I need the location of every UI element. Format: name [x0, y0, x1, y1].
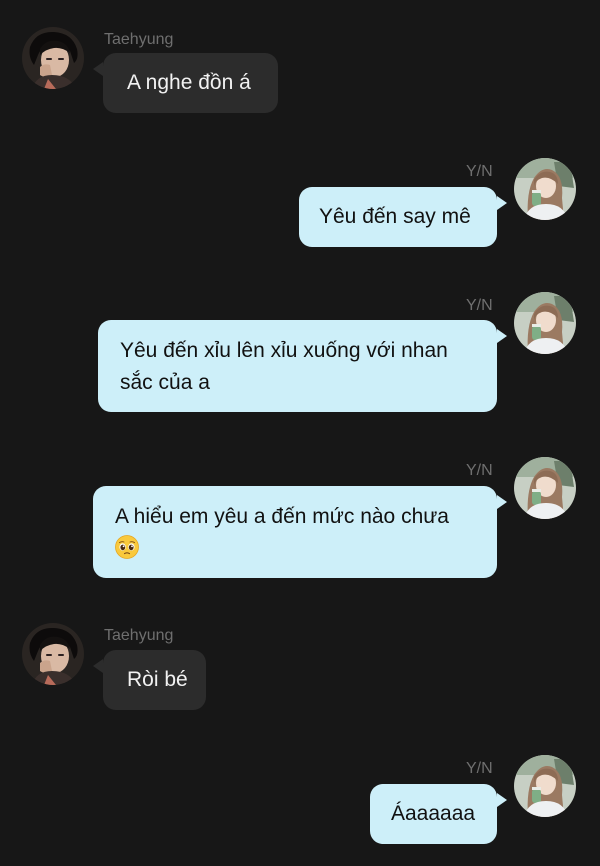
message-bubble[interactable]: Áaaaaaa: [370, 784, 497, 844]
sender-name: Taehyung: [104, 31, 174, 48]
bubble-tail: [497, 196, 507, 210]
girl-avatar-icon[interactable]: [514, 755, 576, 817]
message-bubble[interactable]: Yêu đến xỉu lên xỉu xuống với nhan sắc c…: [98, 320, 497, 412]
message-text: Yêu đến say mê: [319, 205, 471, 228]
message-bubble[interactable]: Yêu đến say mê: [299, 187, 497, 247]
message-text: Áaaaaaa: [391, 802, 476, 825]
message-bubble[interactable]: A hiểu em yêu a đến mức nào chưa: [93, 486, 497, 578]
girl-avatar-icon[interactable]: [514, 292, 576, 354]
bubble-tail: [497, 793, 507, 807]
message-text-line: A hiểu em yêu a đến mức nào chưa: [115, 505, 449, 528]
bubble-tail: [93, 62, 103, 76]
bubble-tail: [497, 329, 507, 343]
sender-name: Y/N: [466, 462, 493, 479]
message-text-line: Yêu đến xỉu lên xỉu xuống với nhan: [120, 339, 448, 362]
boy-avatar-icon[interactable]: [22, 623, 84, 685]
message-text-line: sắc của a: [120, 371, 210, 394]
message-bubble[interactable]: A nghe đồn á: [103, 53, 278, 113]
girl-avatar-icon[interactable]: [514, 457, 576, 519]
sender-name: Y/N: [466, 297, 493, 314]
girl-avatar-icon[interactable]: [514, 158, 576, 220]
message-text: A nghe đồn á: [127, 71, 251, 94]
sender-name: Y/N: [466, 163, 493, 180]
bubble-tail: [93, 659, 103, 673]
boy-avatar-icon[interactable]: [22, 27, 84, 89]
sender-name: Y/N: [466, 760, 493, 777]
message-text: Ròi bé: [127, 668, 188, 691]
message-bubble[interactable]: Ròi bé: [103, 650, 206, 710]
pleading-face-emoji: [115, 535, 139, 559]
chat-thread[interactable]: Taehyung A nghe đồn á Y/N Yêu đến say mê…: [0, 0, 600, 866]
sender-name: Taehyung: [104, 627, 174, 644]
bubble-tail: [497, 495, 507, 509]
